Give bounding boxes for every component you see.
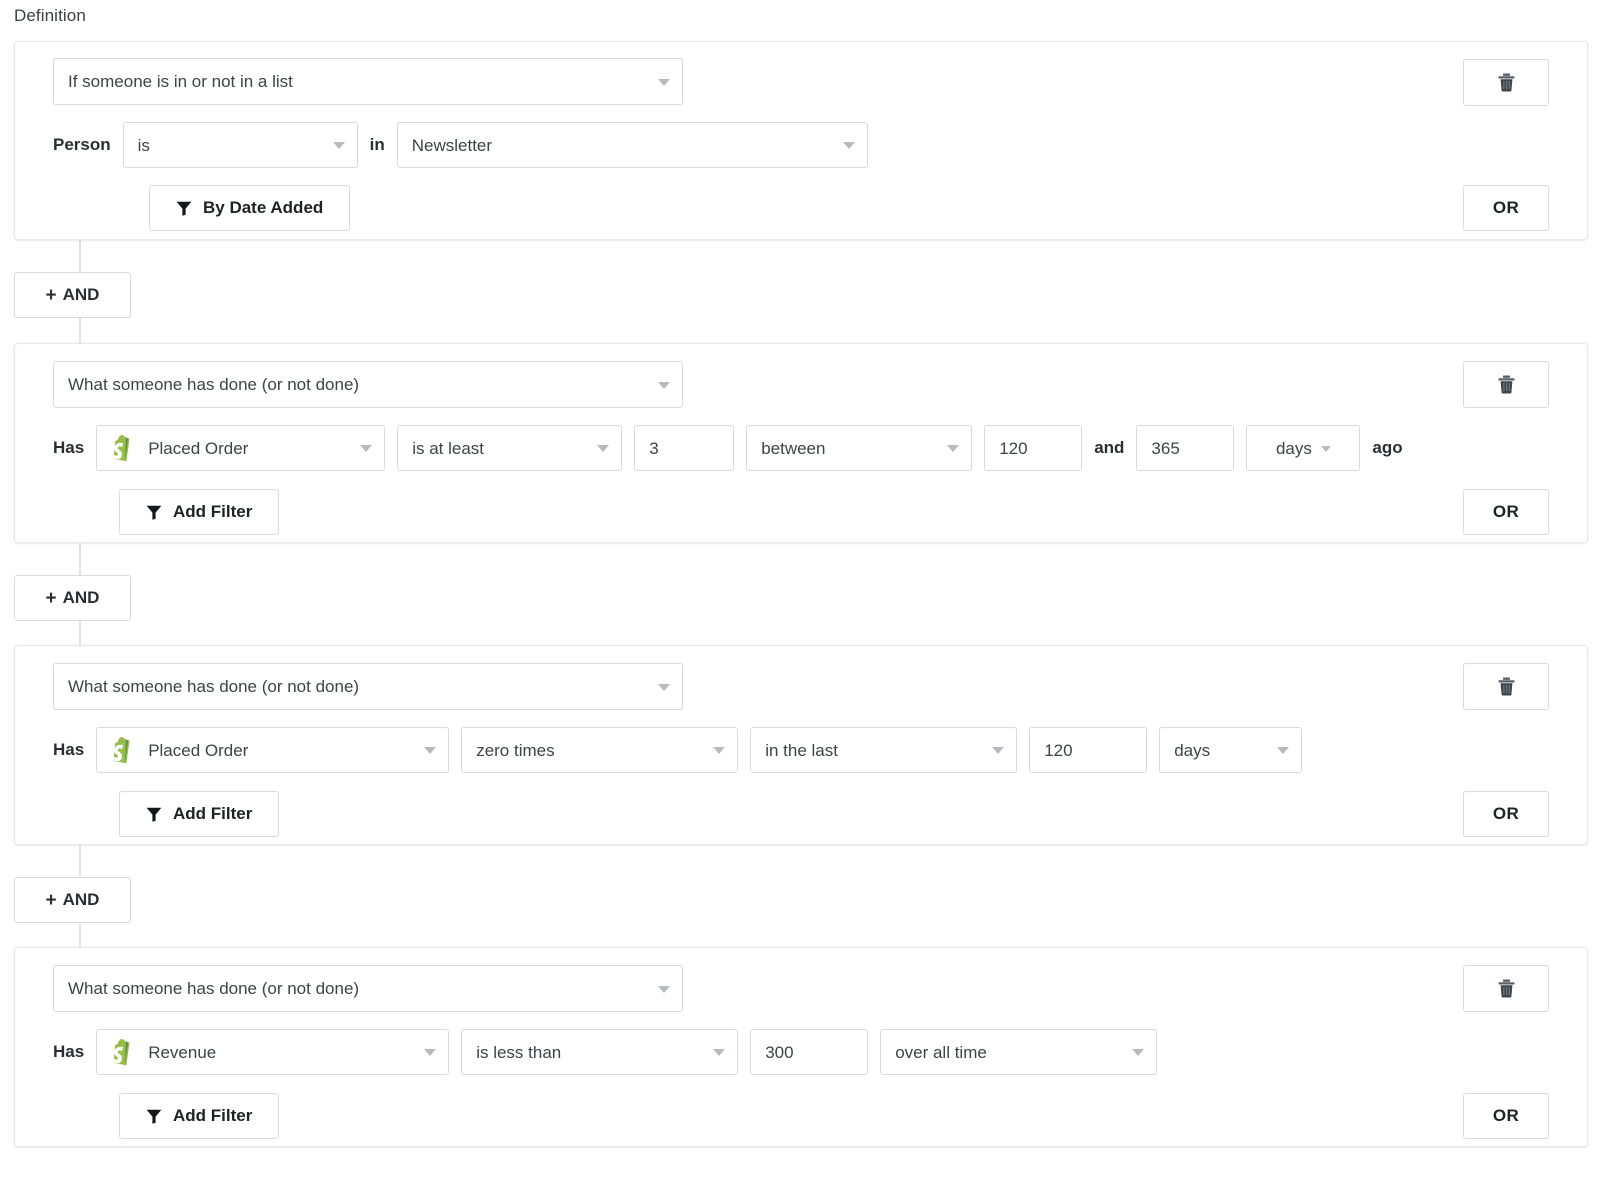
row-label-has-3: Has <box>53 727 84 773</box>
and-label: AND <box>63 588 100 608</box>
timeframe-select-3[interactable]: in the last <box>750 727 1017 773</box>
metric-select-4[interactable]: Revenue <box>96 1029 449 1075</box>
chevron-down-icon <box>658 986 670 993</box>
comparator-select-3[interactable]: zero times <box>461 727 738 773</box>
add-filter-label: Add Filter <box>173 1106 252 1126</box>
timeframe-select-2[interactable]: between <box>746 425 972 471</box>
by-date-added-button[interactable]: By Date Added <box>149 185 350 231</box>
or-button-4[interactable]: OR <box>1463 1093 1549 1139</box>
trigger-select-3[interactable]: What someone has done (or not done) <box>53 663 683 710</box>
chevron-down-icon <box>947 445 959 452</box>
delete-condition-button-4[interactable] <box>1463 965 1549 1012</box>
add-filter-label: Add Filter <box>173 804 252 824</box>
add-filter-button-2[interactable]: Add Filter <box>119 489 279 535</box>
comparator-select-2[interactable]: is at least <box>397 425 622 471</box>
condition-card-2: What someone has done (or not done) Has <box>14 343 1588 543</box>
page-title: Definition <box>14 6 86 26</box>
timeframe-select-4[interactable]: over all time <box>880 1029 1157 1075</box>
plus-icon: + <box>46 891 57 910</box>
plus-icon: + <box>46 589 57 608</box>
trash-icon <box>1498 979 1515 998</box>
funnel-icon <box>176 201 192 216</box>
add-and-button-1[interactable]: + AND <box>14 272 131 318</box>
chevron-down-icon <box>360 445 372 452</box>
or-button-2[interactable]: OR <box>1463 489 1549 535</box>
row-label-has-4: Has <box>53 1029 84 1075</box>
trigger-select-4[interactable]: What someone has done (or not done) <box>53 965 683 1012</box>
chevron-down-icon <box>658 79 670 86</box>
conjunction-in: in <box>370 122 385 168</box>
chevron-down-icon <box>713 747 725 754</box>
delete-condition-button-3[interactable] <box>1463 663 1549 710</box>
suffix-ago-2: ago <box>1372 425 1402 471</box>
funnel-icon <box>146 505 162 520</box>
chevron-down-icon <box>713 1049 725 1056</box>
chevron-down-icon <box>333 142 345 149</box>
add-filter-label: Add Filter <box>173 502 252 522</box>
trigger-select-1[interactable]: If someone is in or not in a list <box>53 58 683 105</box>
chevron-down-icon <box>658 684 670 691</box>
comparator-select-4[interactable]: is less than <box>461 1029 738 1075</box>
chevron-down-icon <box>1321 446 1331 452</box>
value-from-input-3[interactable]: 120 <box>1029 727 1147 773</box>
trigger-select-2[interactable]: What someone has done (or not done) <box>53 361 683 408</box>
condition-card-3: What someone has done (or not done) Has <box>14 645 1588 845</box>
row-label-has-2: Has <box>53 425 84 471</box>
count-input-2[interactable]: 3 <box>634 425 734 471</box>
value-from-input-2[interactable]: 120 <box>984 425 1082 471</box>
metric-select-3[interactable]: Placed Order <box>96 727 449 773</box>
add-and-button-2[interactable]: + AND <box>14 575 131 621</box>
list-select[interactable]: Newsletter <box>397 122 868 168</box>
person-operator-select[interactable]: is <box>123 122 358 168</box>
chevron-down-icon <box>597 445 609 452</box>
conjunction-and-2: and <box>1094 425 1124 471</box>
delete-condition-button-2[interactable] <box>1463 361 1549 408</box>
add-filter-button-4[interactable]: Add Filter <box>119 1093 279 1139</box>
chevron-down-icon <box>843 142 855 149</box>
or-button-1[interactable]: OR <box>1463 185 1549 231</box>
add-and-button-3[interactable]: + AND <box>14 877 131 923</box>
chevron-down-icon <box>424 747 436 754</box>
value-to-input-2[interactable]: 365 <box>1136 425 1234 471</box>
condition-card-1: If someone is in or not in a list Person… <box>14 41 1588 240</box>
shopify-icon <box>111 434 137 462</box>
funnel-icon <box>146 807 162 822</box>
chevron-down-icon <box>1277 747 1289 754</box>
definition-builder: Definition If someone is in or not in a … <box>0 0 1600 1194</box>
by-date-added-label: By Date Added <box>203 198 323 218</box>
shopify-icon <box>111 1038 137 1066</box>
funnel-icon <box>146 1109 162 1124</box>
metric-select-2[interactable]: Placed Order <box>96 425 385 471</box>
row-label-person: Person <box>53 122 111 168</box>
and-label: AND <box>63 285 100 305</box>
unit-select-2[interactable]: days <box>1246 425 1360 471</box>
and-label: AND <box>63 890 100 910</box>
or-button-3[interactable]: OR <box>1463 791 1549 837</box>
unit-select-3[interactable]: days <box>1159 727 1302 773</box>
trash-icon <box>1498 73 1515 92</box>
trash-icon <box>1498 677 1515 696</box>
condition-card-4: What someone has done (or not done) Has <box>14 947 1588 1147</box>
value-input-4[interactable]: 300 <box>750 1029 868 1075</box>
chevron-down-icon <box>424 1049 436 1056</box>
delete-condition-button-1[interactable] <box>1463 59 1549 106</box>
trash-icon <box>1498 375 1515 394</box>
add-filter-button-3[interactable]: Add Filter <box>119 791 279 837</box>
chevron-down-icon <box>658 382 670 389</box>
shopify-icon <box>111 736 137 764</box>
chevron-down-icon <box>992 747 1004 754</box>
chevron-down-icon <box>1132 1049 1144 1056</box>
plus-icon: + <box>46 286 57 305</box>
